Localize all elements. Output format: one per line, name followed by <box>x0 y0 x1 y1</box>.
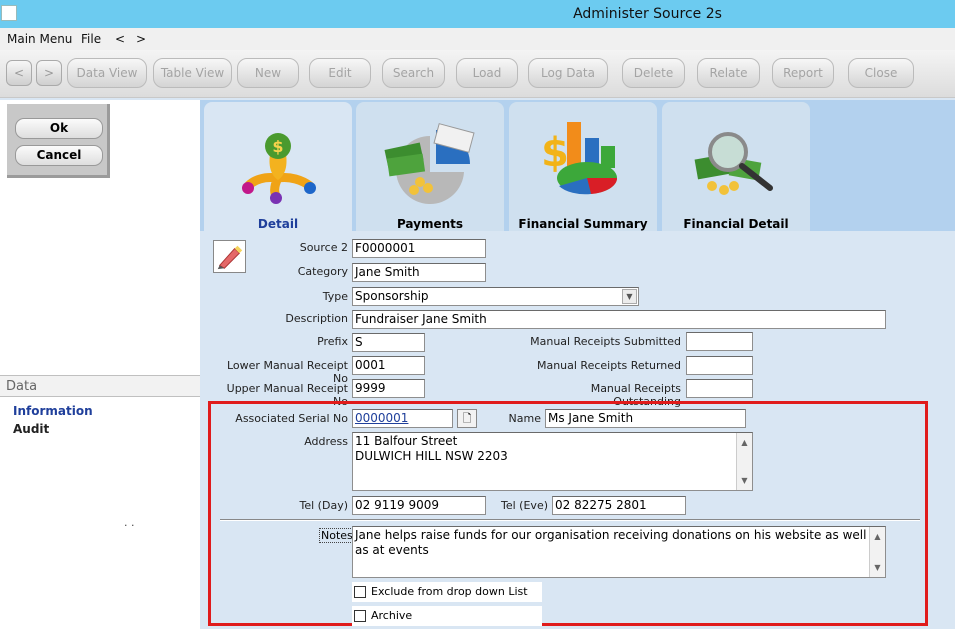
menu-file[interactable]: File <box>81 28 101 50</box>
menu-bar: Main Menu File < > <box>0 28 955 50</box>
address-scrollbar[interactable]: ▲ ▼ <box>736 433 752 490</box>
exclude-dropdown-row[interactable]: Exclude from drop down List <box>352 582 542 602</box>
report-button[interactable]: Report <box>772 58 834 88</box>
next-record-button[interactable]: > <box>36 60 62 86</box>
description-label: Description <box>285 312 348 325</box>
name-label: Name <box>508 412 541 425</box>
address-label: Address <box>304 435 348 448</box>
receipts-outstanding-field[interactable] <box>686 379 753 398</box>
name-field[interactable]: Ms Jane Smith <box>545 409 746 428</box>
menu-main-menu[interactable]: Main Menu <box>7 28 72 50</box>
exclude-dropdown-checkbox[interactable] <box>354 586 366 598</box>
magnifier-money-icon <box>694 132 773 195</box>
menu-back[interactable]: < <box>115 28 125 50</box>
nav-link-information[interactable]: Information <box>13 404 93 418</box>
address-line-1: 11 Balfour Street <box>355 434 458 448</box>
new-button[interactable]: New <box>237 58 299 88</box>
tab-payments[interactable]: Payments <box>356 102 504 231</box>
type-select-value: Sponsorship <box>355 289 429 303</box>
title-bar: Administer Source 2s <box>0 0 955 28</box>
tab-detail-label: Detail <box>257 217 299 231</box>
prefix-field[interactable]: S <box>352 333 425 352</box>
chevron-down-icon[interactable]: ▼ <box>622 289 637 304</box>
svg-text:$: $ <box>541 130 569 176</box>
receipts-submitted-label: Manual Receipts Submitted <box>530 335 681 348</box>
tab-payments-label: Payments <box>396 217 464 231</box>
dialog-button-panel: Ok Cancel <box>7 104 110 178</box>
window-title: Administer Source 2s <box>573 6 722 22</box>
lookup-document-icon[interactable]: 🗋 <box>457 409 477 428</box>
notes-scrollbar[interactable]: ▲ ▼ <box>869 527 885 577</box>
receipts-returned-field[interactable] <box>686 356 753 375</box>
tel-day-field[interactable]: 02 9119 9009 <box>352 496 486 515</box>
exclude-dropdown-label: Exclude from drop down List <box>371 585 528 598</box>
prefix-label: Prefix <box>317 335 348 348</box>
left-pane <box>0 100 200 629</box>
address-field[interactable]: 11 Balfour Street DULWICH HILL NSW 2203 … <box>352 432 753 491</box>
data-view-button[interactable]: Data View <box>67 58 147 88</box>
toolbar: < > Data View Table View New Edit Search… <box>0 50 955 98</box>
cancel-button[interactable]: Cancel <box>15 145 103 166</box>
tel-eve-label: Tel (Eve) <box>501 499 548 512</box>
type-select[interactable]: Sponsorship ▼ <box>352 287 639 306</box>
tab-detail[interactable]: $ Detail <box>204 102 352 231</box>
serial-label: Associated Serial No <box>235 412 348 425</box>
tab-financial-detail-label: Financial Detail <box>683 217 789 231</box>
delete-button[interactable]: Delete <box>622 58 685 88</box>
log-data-button[interactable]: Log Data <box>528 58 608 88</box>
source2-label: Source 2 <box>299 241 348 254</box>
archive-label: Archive <box>371 609 413 622</box>
menu-forward[interactable]: > <box>136 28 146 50</box>
category-field[interactable]: Jane Smith <box>352 263 486 282</box>
edit-button[interactable]: Edit <box>309 58 371 88</box>
address-line-2: DULWICH HILL NSW 2203 <box>355 449 508 463</box>
ok-button[interactable]: Ok <box>15 118 103 139</box>
notes-label: Notes <box>319 528 355 543</box>
money-credit-card-icon <box>384 123 475 204</box>
relate-button[interactable]: Relate <box>697 58 760 88</box>
search-button[interactable]: Search <box>382 58 445 88</box>
category-label: Category <box>297 265 348 278</box>
receipts-submitted-field[interactable] <box>686 332 753 351</box>
receipts-returned-label: Manual Receipts Returned <box>536 359 681 372</box>
svg-text:$: $ <box>272 137 283 156</box>
close-button[interactable]: Close <box>848 58 914 88</box>
table-view-button[interactable]: Table View <box>153 58 232 88</box>
source2-field[interactable]: F0000001 <box>352 239 486 258</box>
notes-field[interactable]: Jane helps raise funds for our organisat… <box>352 526 886 578</box>
hand-coins-icon: $ <box>242 133 316 204</box>
prev-record-button[interactable]: < <box>6 60 32 86</box>
type-label: Type <box>322 290 348 303</box>
description-field[interactable]: Fundraiser Jane Smith <box>352 310 886 329</box>
notes-text: Jane helps raise funds for our organisat… <box>355 528 867 557</box>
pie-chart-icon: $ <box>541 122 618 195</box>
tab-financial-detail[interactable]: Financial Detail <box>662 102 810 231</box>
left-pane-dots: . . <box>124 516 135 529</box>
nav-link-audit[interactable]: Audit <box>13 422 49 436</box>
upper-receipt-field[interactable]: 9999 <box>352 379 425 398</box>
serial-link[interactable]: 0000001 <box>352 409 453 428</box>
archive-checkbox[interactable] <box>354 610 366 622</box>
load-button[interactable]: Load <box>456 58 518 88</box>
archive-row[interactable]: Archive <box>352 606 542 626</box>
section-divider <box>220 519 920 521</box>
tel-eve-field[interactable]: 02 82275 2801 <box>552 496 686 515</box>
tab-financial-summary[interactable]: $ Financial Summary <box>509 102 657 231</box>
tab-financial-summary-label: Financial Summary <box>518 217 648 231</box>
tel-day-label: Tel (Day) <box>299 499 348 512</box>
lower-receipt-field[interactable]: 0001 <box>352 356 425 375</box>
data-section-header: Data <box>0 375 200 397</box>
